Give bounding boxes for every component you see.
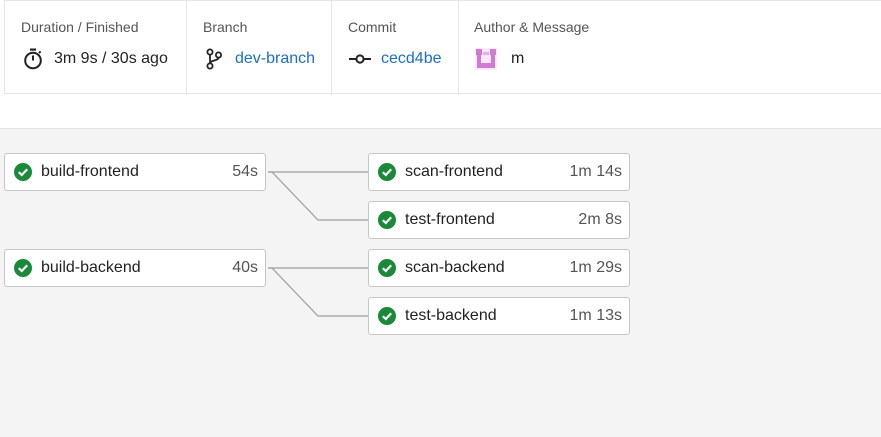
duration-value-row: 3m 9s / 30s ago (23, 48, 168, 70)
commit-label: Commit (348, 19, 397, 35)
success-check-icon (378, 211, 396, 229)
job-build-frontend[interactable]: build-frontend 54s (4, 153, 266, 191)
commit-message: m (511, 50, 525, 67)
job-duration: 40s (232, 259, 258, 276)
job-name: test-backend (405, 307, 497, 324)
avatar-icon (475, 48, 497, 70)
job-duration: 1m 29s (569, 259, 622, 276)
branch-value-row: dev-branch (206, 48, 315, 70)
git-branch-icon (206, 48, 222, 70)
author-column: Author & Message m (458, 1, 881, 95)
job-duration: 54s (232, 163, 258, 180)
author-value-row: m (475, 48, 524, 70)
job-build-backend[interactable]: build-backend 40s (4, 249, 266, 287)
stopwatch-icon (23, 48, 43, 70)
job-test-backend[interactable]: test-backend 1m 13s (368, 297, 630, 335)
duration-label: Duration / Finished (21, 19, 139, 35)
link-build-backend-to-test-backend (268, 267, 368, 317)
branch-column: Branch dev-branch (186, 1, 331, 95)
link-build-frontend-to-test-frontend (268, 171, 368, 221)
job-test-frontend[interactable]: test-frontend 2m 8s (368, 201, 630, 239)
job-scan-frontend[interactable]: scan-frontend 1m 14s (368, 153, 630, 191)
job-name: scan-backend (405, 259, 505, 276)
commit-link[interactable]: cecd4be (381, 50, 442, 68)
success-check-icon (378, 259, 396, 277)
job-duration: 1m 13s (569, 307, 622, 324)
commit-column: Commit cecd4be (331, 1, 458, 95)
job-duration: 1m 14s (569, 163, 622, 180)
commit-value-row: cecd4be (349, 48, 442, 70)
branch-link[interactable]: dev-branch (235, 50, 315, 68)
job-name: scan-frontend (405, 163, 503, 180)
job-scan-backend[interactable]: scan-backend 1m 29s (368, 249, 630, 287)
build-summary-panel: Duration / Finished 3m 9s / 30s ago Bran… (4, 0, 881, 95)
success-check-icon (378, 163, 396, 181)
job-name: build-backend (41, 259, 141, 276)
branch-label: Branch (203, 19, 248, 35)
success-check-icon (378, 307, 396, 325)
success-check-icon (14, 163, 32, 181)
success-check-icon (14, 259, 32, 277)
duration-value: 3m 9s / 30s ago (54, 50, 168, 67)
job-duration: 2m 8s (578, 211, 622, 228)
duration-column: Duration / Finished 3m 9s / 30s ago (5, 1, 186, 95)
author-label: Author & Message (474, 19, 590, 35)
job-name: test-frontend (405, 211, 495, 228)
git-commit-icon (349, 48, 371, 70)
pipeline-graph: build-frontend 54s build-backend 40s sca… (0, 128, 881, 437)
job-name: build-frontend (41, 163, 139, 180)
